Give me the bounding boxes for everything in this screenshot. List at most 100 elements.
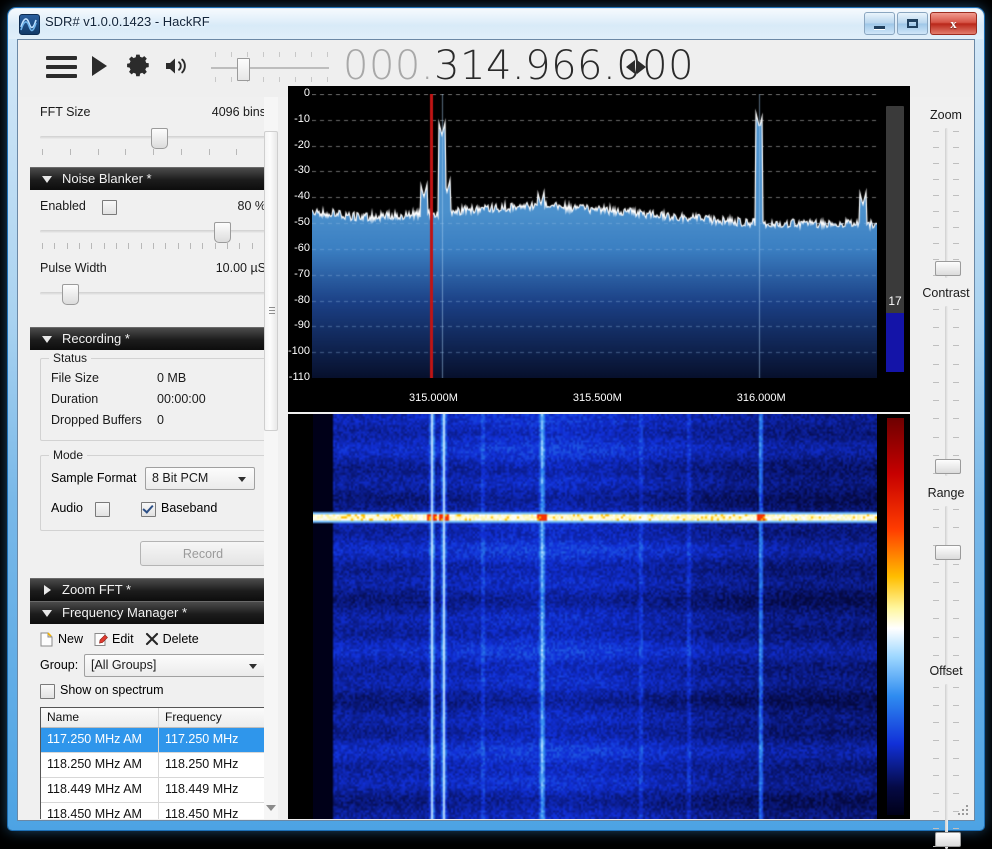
noise-blanker-section-header[interactable]: Noise Blanker *	[30, 167, 276, 190]
y-axis-tick: -50	[294, 216, 310, 229]
step-up-icon	[637, 60, 646, 74]
spectrum-plot[interactable]	[312, 94, 877, 378]
client-area: 000.314.966.000 FFT Size 4096 bins Noise…	[17, 39, 975, 849]
left-panel-scrollbar[interactable]	[264, 97, 278, 819]
frequency-table[interactable]: Name Frequency 117.250 MHz AM 117.250 MH…	[40, 707, 266, 819]
status-legend: Status	[49, 351, 92, 365]
slider-ticks	[932, 128, 960, 278]
slider-thumb[interactable]	[935, 458, 961, 474]
noise-blanker-level-slider[interactable]	[40, 221, 266, 251]
show-on-spectrum-checkbox[interactable]	[40, 684, 55, 699]
contrast-slider[interactable]	[932, 306, 961, 476]
slider-ticks	[42, 149, 265, 155]
chevron-down-icon	[249, 664, 257, 669]
close-x-icon	[145, 632, 158, 646]
status-row: Duration 00:00:00	[49, 390, 257, 411]
table-row[interactable]: 118.449 MHz AM 118.449 MHz	[41, 778, 265, 803]
sample-format-select[interactable]: 8 Bit PCM	[145, 467, 255, 490]
table-header: Name Frequency	[41, 708, 265, 728]
slider-thumb[interactable]	[150, 128, 168, 149]
table-row[interactable]: 118.250 MHz AM 118.250 MHz	[41, 753, 265, 778]
close-button[interactable]: x	[930, 12, 977, 35]
volume-slider[interactable]	[211, 52, 329, 82]
y-axis-tick: -110	[288, 371, 310, 383]
application-window: SDR# v1.0.0.1423 - HackRF x 000.314.966.…	[8, 8, 984, 849]
maximize-button[interactable]	[897, 12, 928, 35]
group-select[interactable]: [All Groups]	[84, 654, 266, 677]
edit-entry-button[interactable]: Edit	[94, 632, 134, 647]
y-axis-tick: -60	[294, 241, 310, 254]
window-controls: x	[864, 12, 977, 35]
scroll-down-icon[interactable]	[266, 805, 276, 811]
record-button[interactable]: Record	[140, 541, 266, 566]
slider-thumb[interactable]	[62, 284, 80, 305]
show-on-spectrum-row[interactable]: Show on spectrum	[40, 683, 266, 703]
sdr-logo-icon	[19, 14, 40, 35]
audio-label: Audio	[51, 501, 83, 515]
delete-entry-button[interactable]: Delete	[145, 632, 199, 646]
speaker-icon[interactable]	[163, 54, 191, 83]
slider-label-range: Range	[927, 486, 965, 500]
range-slider[interactable]	[932, 506, 961, 676]
waterfall-canvas[interactable]	[313, 414, 877, 819]
mode-legend: Mode	[49, 448, 88, 462]
cell-frequency: 117.250 MHz	[165, 732, 239, 746]
gear-icon[interactable]	[126, 52, 152, 83]
recording-section-header[interactable]: Recording *	[30, 327, 276, 350]
record-button-row: Record	[30, 541, 266, 566]
noise-blanker-enabled-label: Enabled	[40, 199, 86, 213]
x-axis-tick: 315.000M	[409, 392, 458, 404]
noise-blanker-enabled-checkbox[interactable]	[102, 200, 117, 215]
noise-blanker-title: Noise Blanker *	[62, 171, 152, 186]
hamburger-menu-icon[interactable]	[46, 56, 77, 83]
y-axis-tick: -70	[294, 267, 310, 280]
fft-size-row: FFT Size 4096 bins	[40, 103, 266, 125]
frequency-manager-title: Frequency Manager *	[62, 605, 188, 620]
new-entry-button[interactable]: New	[40, 632, 83, 647]
edit-label: Edit	[112, 632, 134, 646]
slider-thumb[interactable]	[935, 545, 961, 560]
close-icon: x	[950, 16, 957, 31]
spectrum-canvas[interactable]	[312, 94, 877, 378]
resize-grip-icon[interactable]	[958, 805, 970, 817]
pulse-width-value: 10.00 µS	[215, 261, 266, 275]
y-axis-tick: 0	[303, 87, 310, 99]
slider-thumb[interactable]	[935, 261, 961, 277]
y-axis-tick: -80	[294, 293, 310, 306]
dropped-buffers-value: 0	[157, 413, 164, 427]
title-bar[interactable]: SDR# v1.0.0.1423 - HackRF x	[9, 9, 983, 39]
waterfall-display[interactable]	[288, 414, 910, 819]
minimize-button[interactable]	[864, 12, 895, 35]
fft-size-slider[interactable]	[40, 127, 266, 157]
offset-slider[interactable]	[932, 684, 961, 849]
file-size-value: 0 MB	[157, 371, 187, 385]
zoom-slider[interactable]	[932, 128, 961, 278]
cell-frequency: 118.250 MHz	[165, 757, 239, 771]
show-on-spectrum-label: Show on spectrum	[60, 683, 164, 697]
cell-name: 118.250 MHz AM	[41, 753, 159, 777]
group-value: [All Groups]	[91, 658, 157, 672]
zoom-fft-section-header[interactable]: Zoom FFT *	[30, 578, 276, 601]
chevron-down-icon	[238, 477, 246, 482]
frequency-step-arrows-icon[interactable]	[626, 60, 646, 74]
baseband-checkbox[interactable]	[141, 502, 156, 517]
slider-thumb[interactable]	[213, 222, 231, 243]
signal-meter-value: 17	[888, 294, 902, 308]
audio-checkbox[interactable]	[95, 502, 110, 517]
y-axis-tick: -100	[288, 345, 311, 358]
slider-thumb[interactable]	[935, 831, 961, 847]
scrollbar-thumb[interactable]	[264, 131, 278, 431]
pulse-width-slider[interactable]	[40, 283, 266, 313]
table-row[interactable]: 118.450 MHz AM 118.450 MHz	[41, 803, 265, 819]
waterfall-plot[interactable]	[313, 414, 877, 819]
audio-baseband-row: Audio Baseband	[49, 498, 257, 522]
signal-strength-meter: 17	[886, 106, 904, 372]
frequency-manager-section-header[interactable]: Frequency Manager *	[30, 601, 276, 624]
table-row[interactable]: 117.250 MHz AM 117.250 MHz	[41, 728, 265, 753]
slider-ticks	[932, 306, 960, 476]
spectrum-analyzer[interactable]: 0 -10 -20 -30 -40 -50 -60 -70 -80 -90 -100 -110 315…	[288, 86, 910, 412]
volume-thumb[interactable]	[236, 58, 250, 81]
dropped-buffers-label: Dropped Buffers	[51, 413, 142, 427]
frequency-value: 314.966.000	[434, 43, 695, 89]
play-icon[interactable]	[92, 56, 107, 76]
